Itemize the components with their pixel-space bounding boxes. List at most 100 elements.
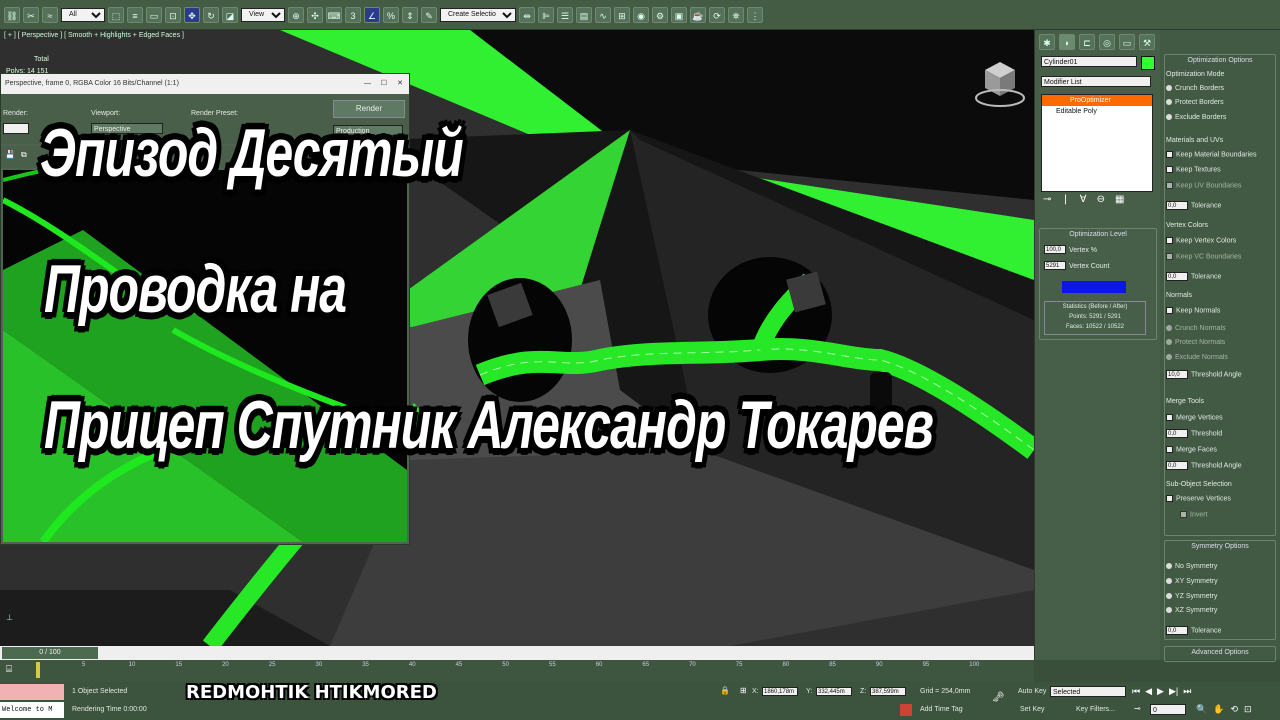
exclude-normals-radio[interactable]: Exclude Normals — [1166, 354, 1228, 361]
mirror-icon[interactable]: ⇹ — [519, 6, 535, 23]
goto-start-icon[interactable]: ⏮ — [1132, 686, 1140, 697]
create-tab-icon[interactable]: ✱ — [1039, 34, 1055, 50]
scale-icon[interactable]: ◪ — [222, 6, 238, 23]
spinner-snap-icon[interactable]: ⇕ — [402, 6, 418, 23]
zoom-icon[interactable]: 🔍 — [1196, 704, 1207, 715]
bind-space-warp-icon[interactable]: ≈ — [42, 6, 58, 23]
layer-explorer-icon[interactable]: ☰ — [557, 6, 573, 23]
maximize-viewport-icon[interactable]: ⊡ — [1244, 704, 1252, 715]
add-time-tag[interactable]: Add Time Tag — [920, 706, 963, 713]
save-image-icon[interactable]: 💾 — [5, 150, 15, 159]
object-color-swatch[interactable] — [1141, 56, 1155, 70]
select-by-name-icon[interactable]: ≡ — [127, 6, 143, 23]
keep-textures-checkbox[interactable]: Keep Textures — [1166, 166, 1221, 173]
advanced-options-header[interactable]: Advanced Options — [1165, 649, 1275, 656]
keep-vc-boundaries-checkbox[interactable]: Keep VC Boundaries — [1166, 253, 1241, 260]
angle-snap-icon[interactable]: ∠ — [364, 6, 380, 23]
prev-frame-icon[interactable]: ◀ — [1145, 686, 1152, 697]
maximize-icon[interactable]: ☐ — [381, 74, 387, 94]
close-icon[interactable]: ✕ — [397, 74, 403, 94]
render-iterative-icon[interactable]: ⟳ — [709, 6, 725, 23]
merge-vertices-threshold-spinner[interactable]: 0,0 Threshold — [1166, 429, 1222, 438]
goto-end-icon[interactable]: ⏭ — [1183, 686, 1191, 697]
orbit-icon[interactable]: ⟲ — [1230, 704, 1238, 715]
xy-symmetry-radio[interactable]: XY Symmetry — [1166, 578, 1218, 585]
time-slider-bar[interactable]: 0 / 100 — [0, 646, 1034, 660]
preserve-vertices-checkbox[interactable]: Preserve Vertices — [1166, 495, 1231, 502]
no-symmetry-radio[interactable]: No Symmetry — [1166, 563, 1217, 570]
configure-sets-icon[interactable]: ▦ — [1115, 194, 1124, 205]
merge-vertices-checkbox[interactable]: Merge Vertices — [1166, 414, 1223, 421]
copy-image-icon[interactable]: ⧉ — [21, 150, 27, 160]
rect-selection-icon[interactable]: ▭ — [146, 6, 162, 23]
normals-threshold-spinner[interactable]: 10,0 Threshold Angle — [1166, 370, 1242, 379]
vc-tolerance-spinner[interactable]: 0,0 Tolerance — [1166, 272, 1221, 281]
remove-modifier-icon[interactable]: ⊖ — [1097, 194, 1105, 205]
pivot-icon[interactable]: ⊕ — [288, 6, 304, 23]
schematic-view-icon[interactable]: ⊞ — [614, 6, 630, 23]
rendered-frame-icon[interactable]: ▣ — [671, 6, 687, 23]
modifier-stack-item-editable-poly[interactable]: Editable Poly — [1042, 106, 1152, 117]
modify-tab-icon[interactable]: ◗ — [1059, 34, 1075, 50]
keep-material-boundaries-checkbox[interactable]: Keep Material Boundaries — [1166, 151, 1257, 158]
reference-coord-select[interactable]: View — [241, 7, 285, 22]
xz-symmetry-radio[interactable]: XZ Symmetry — [1166, 607, 1217, 614]
window-crossing-icon[interactable]: ⊡ — [165, 6, 181, 23]
keyboard-shortcut-icon[interactable]: ⌨ — [326, 6, 342, 23]
modifier-stack-item-prooptimizer[interactable]: ProOptimizer — [1042, 95, 1152, 106]
current-frame-field[interactable]: 0 — [1150, 704, 1186, 715]
align-icon[interactable]: ⊫ — [538, 6, 554, 23]
maxscript-input[interactable]: Welcome to M — [0, 702, 64, 718]
viewport-label[interactable]: [ + ] [ Perspective ] [ Smooth + Highlig… — [4, 32, 184, 39]
y-coord-field[interactable]: 332,445m — [816, 687, 852, 696]
material-editor-icon[interactable]: ◉ — [633, 6, 649, 23]
modifier-list-select[interactable]: Modifier List — [1041, 76, 1151, 87]
named-selection-set-select[interactable]: Create Selection Se — [440, 7, 516, 22]
edit-named-sel-icon[interactable]: ✎ — [421, 6, 437, 23]
keep-vertex-colors-checkbox[interactable]: Keep Vertex Colors — [1166, 237, 1236, 244]
crunch-normals-radio[interactable]: Crunch Normals — [1166, 325, 1226, 332]
selection-filter-select[interactable]: All — [61, 7, 105, 22]
show-end-result-icon[interactable]: ❘ — [1061, 194, 1069, 205]
protect-normals-radio[interactable]: Protect Normals — [1166, 339, 1225, 346]
toolbar-more-icon[interactable]: ⋮ — [747, 6, 763, 23]
object-name-field[interactable]: Cylinder01 — [1041, 56, 1137, 67]
crunch-borders-radio[interactable]: Crunch Borders — [1166, 85, 1224, 92]
minimize-icon[interactable]: — — [364, 74, 371, 94]
render-area-select[interactable] — [3, 123, 29, 134]
move-icon[interactable]: ✥ — [184, 6, 200, 23]
select-link-icon[interactable]: ⛓ — [4, 6, 20, 23]
percent-snap-icon[interactable]: % — [383, 6, 399, 23]
vertex-percent-spinner[interactable]: 100,0 — [1044, 245, 1066, 255]
motion-tab-icon[interactable]: ◎ — [1099, 34, 1115, 50]
symmetry-options-header[interactable]: Symmetry Options — [1165, 543, 1275, 550]
select-object-icon[interactable]: ⬚ — [108, 6, 124, 23]
unlink-icon[interactable]: ✂ — [23, 6, 39, 23]
snaps-toggle-icon[interactable]: 3 — [345, 6, 361, 23]
utilities-tab-icon[interactable]: ⚒ — [1139, 34, 1155, 50]
scene-explorer-icon[interactable]: ⛯ — [728, 6, 744, 23]
render-production-icon[interactable]: ☕ — [690, 6, 706, 23]
rotate-icon[interactable]: ↻ — [203, 6, 219, 23]
render-setup-icon[interactable]: ⚙ — [652, 6, 668, 23]
key-selection-select[interactable]: Selected — [1050, 686, 1126, 697]
pin-stack-icon[interactable]: ⊸ — [1043, 194, 1051, 205]
calculate-button[interactable]: Calculate — [1062, 281, 1126, 293]
track-bar[interactable]: ⌸ 5 10 15 20 25 30 35 40 45 50 55 60 65 70 75 80 85 90 95 1… — [0, 660, 1034, 682]
pan-icon[interactable]: ✋ — [1213, 704, 1224, 715]
play-icon[interactable]: ▶ — [1157, 686, 1164, 697]
yz-symmetry-radio[interactable]: YZ Symmetry — [1166, 593, 1217, 600]
vertex-count-spinner[interactable]: 5291 — [1044, 261, 1066, 271]
keep-uv-boundaries-checkbox[interactable]: Keep UV Boundaries — [1166, 182, 1241, 189]
x-coord-field[interactable]: 1860,178m — [762, 687, 798, 696]
hierarchy-tab-icon[interactable]: ⊏ — [1079, 34, 1095, 50]
optimization-options-header[interactable]: Optimization Options — [1165, 57, 1275, 64]
curve-editor-icon[interactable]: ∿ — [595, 6, 611, 23]
absolute-mode-icon[interactable]: ⊞ — [740, 686, 747, 695]
z-coord-field[interactable]: 387,599m — [870, 687, 906, 696]
next-frame-icon[interactable]: ▶| — [1169, 686, 1178, 697]
display-tab-icon[interactable]: ▭ — [1119, 34, 1135, 50]
exclude-borders-radio[interactable]: Exclude Borders — [1166, 114, 1226, 121]
selection-lock-icon[interactable]: 🔒 — [720, 686, 730, 695]
default-in-out-key-icon[interactable]: 🗝 — [992, 692, 1005, 703]
